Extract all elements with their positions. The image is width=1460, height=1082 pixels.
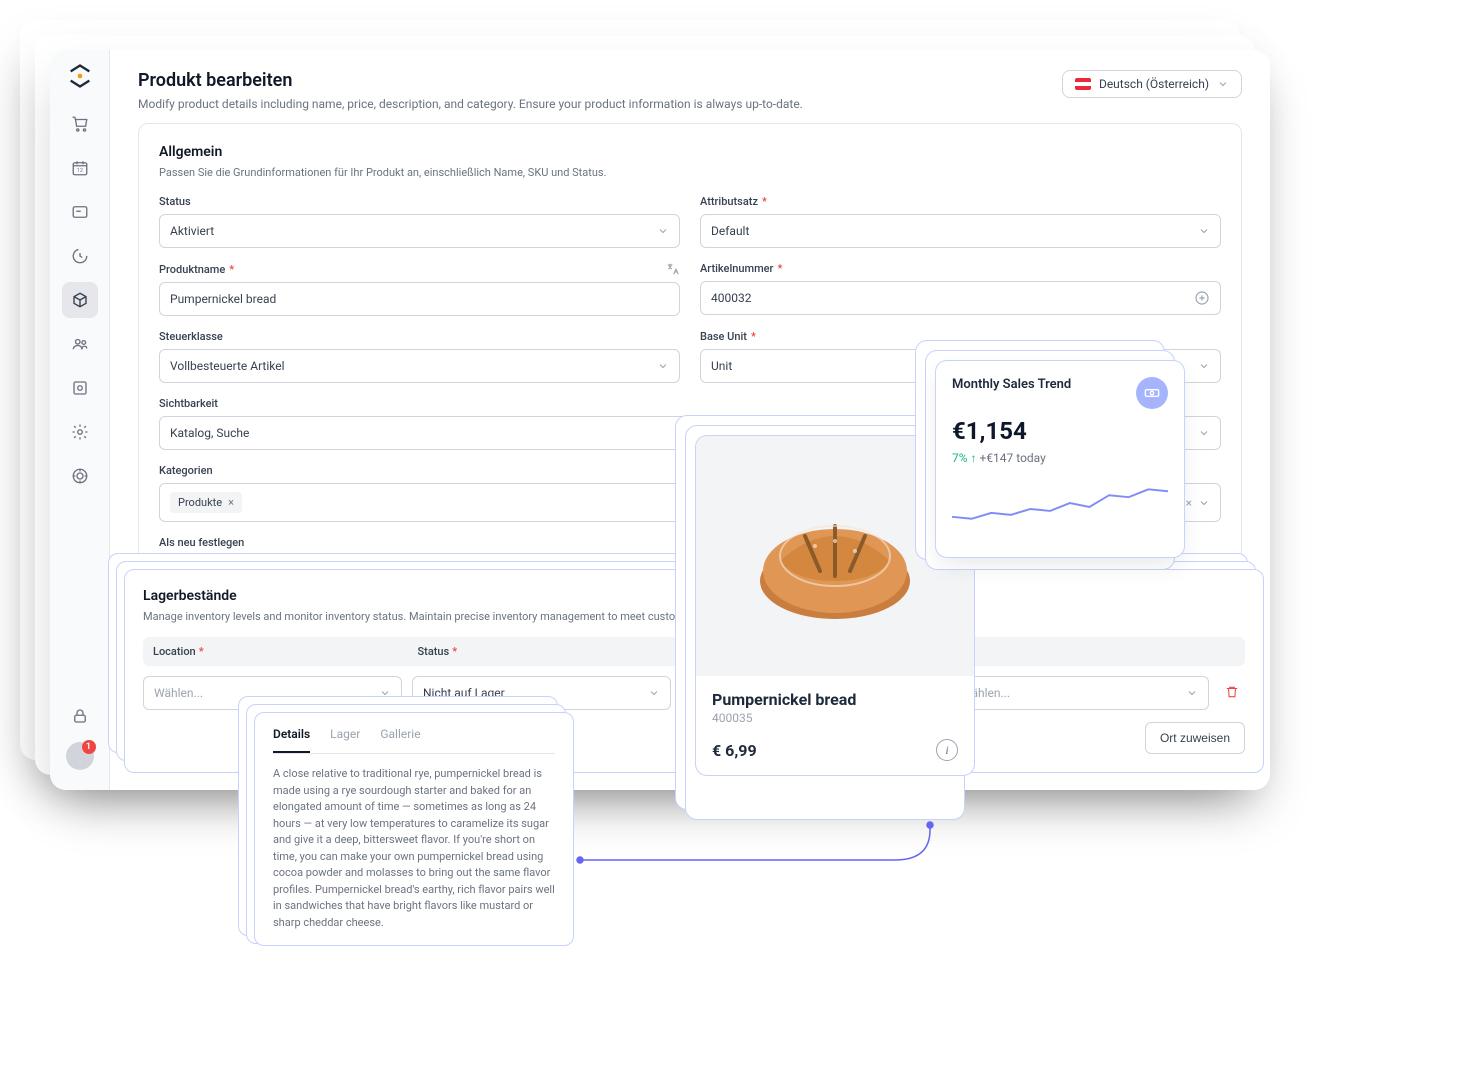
clock-icon[interactable] [62,238,98,274]
flag-icon [1075,78,1091,90]
tab-details[interactable]: Details [273,727,310,753]
sidebar: 12 1 [50,50,110,790]
chevron-down-icon [1198,360,1210,372]
tax-label: Steuerklasse [159,330,680,343]
status-select[interactable]: Aktiviert [159,214,680,248]
avatar[interactable]: 1 [66,742,94,770]
chip-remove-icon[interactable]: × [228,496,234,509]
tab-stock[interactable]: Lager [330,727,360,753]
name-input[interactable]: Pumpernickel bread [159,282,680,316]
product-title: Pumpernickel bread [712,690,958,709]
language-select[interactable]: Deutsch (Österreich) [1062,70,1242,98]
clear-icon[interactable]: × [1186,496,1192,510]
package-icon[interactable] [62,282,98,318]
chevron-down-icon [657,225,669,237]
chevron-down-icon [1198,497,1210,509]
product-price: € 6,99 [712,741,757,760]
message-icon[interactable] [62,194,98,230]
col-location: Location* [153,645,408,658]
assign-location-button[interactable]: Ort zuweisen [1145,722,1245,754]
sku-input[interactable]: 400032 [700,281,1221,315]
product-sku: 400035 [712,711,958,725]
inv-unit-select[interactable]: Wählen... [950,676,1209,710]
translate-icon [666,262,680,276]
category-chip: Produkte× [170,492,242,513]
chevron-down-icon [657,360,669,372]
trend-subtitle: 7% ↑ +€147 today [952,451,1168,465]
sku-label: Artikelnummer* [700,262,1221,275]
safe-icon[interactable] [62,370,98,406]
cart-icon[interactable] [62,106,98,142]
trend-chart [952,477,1168,537]
chevron-down-icon [1186,687,1198,699]
new-label: Als neu festlegen [159,536,680,549]
details-text: A close relative to traditional rye, pum… [273,766,555,931]
tax-select[interactable]: Vollbesteuerte Artikel [159,349,680,383]
connector-line [575,820,945,870]
notification-badge: 1 [82,740,96,754]
svg-text:12: 12 [77,168,83,174]
calendar-icon[interactable]: 12 [62,150,98,186]
chevron-down-icon [1217,78,1229,90]
chevron-down-icon [1198,427,1210,439]
trend-value: €1,154 [952,417,1168,445]
trend-title: Monthly Sales Trend [952,377,1071,392]
info-icon[interactable]: i [936,739,958,761]
plus-icon[interactable] [1194,290,1210,306]
section-title: Allgemein [159,144,1221,160]
lock-icon[interactable] [62,698,98,734]
status-label: Status [159,195,680,208]
trash-icon[interactable] [1219,678,1245,709]
help-icon[interactable] [62,458,98,494]
col-status: Status* [418,645,673,658]
logo [66,62,94,90]
page-title: Produkt bearbeiten [138,70,803,91]
attrset-label: Attributsatz* [700,195,1221,208]
section-desc: Passen Sie die Grundinformationen für Ih… [159,166,1221,179]
tab-gallery[interactable]: Gallerie [380,727,420,753]
attrset-select[interactable]: Default [700,214,1221,248]
name-label: Produktname* [159,262,680,276]
chevron-down-icon [1198,225,1210,237]
chevron-down-icon [648,687,660,699]
sales-trend-card: Monthly Sales Trend €1,154 7% ↑ +€147 to… [935,360,1185,558]
page-subtitle: Modify product details including name, p… [138,97,803,111]
col-unit: Unit* [947,645,1202,658]
users-icon[interactable] [62,326,98,362]
details-popup: Details Lager Gallerie A close relative … [254,712,574,946]
money-icon [1136,377,1168,409]
gear-icon[interactable] [62,414,98,450]
